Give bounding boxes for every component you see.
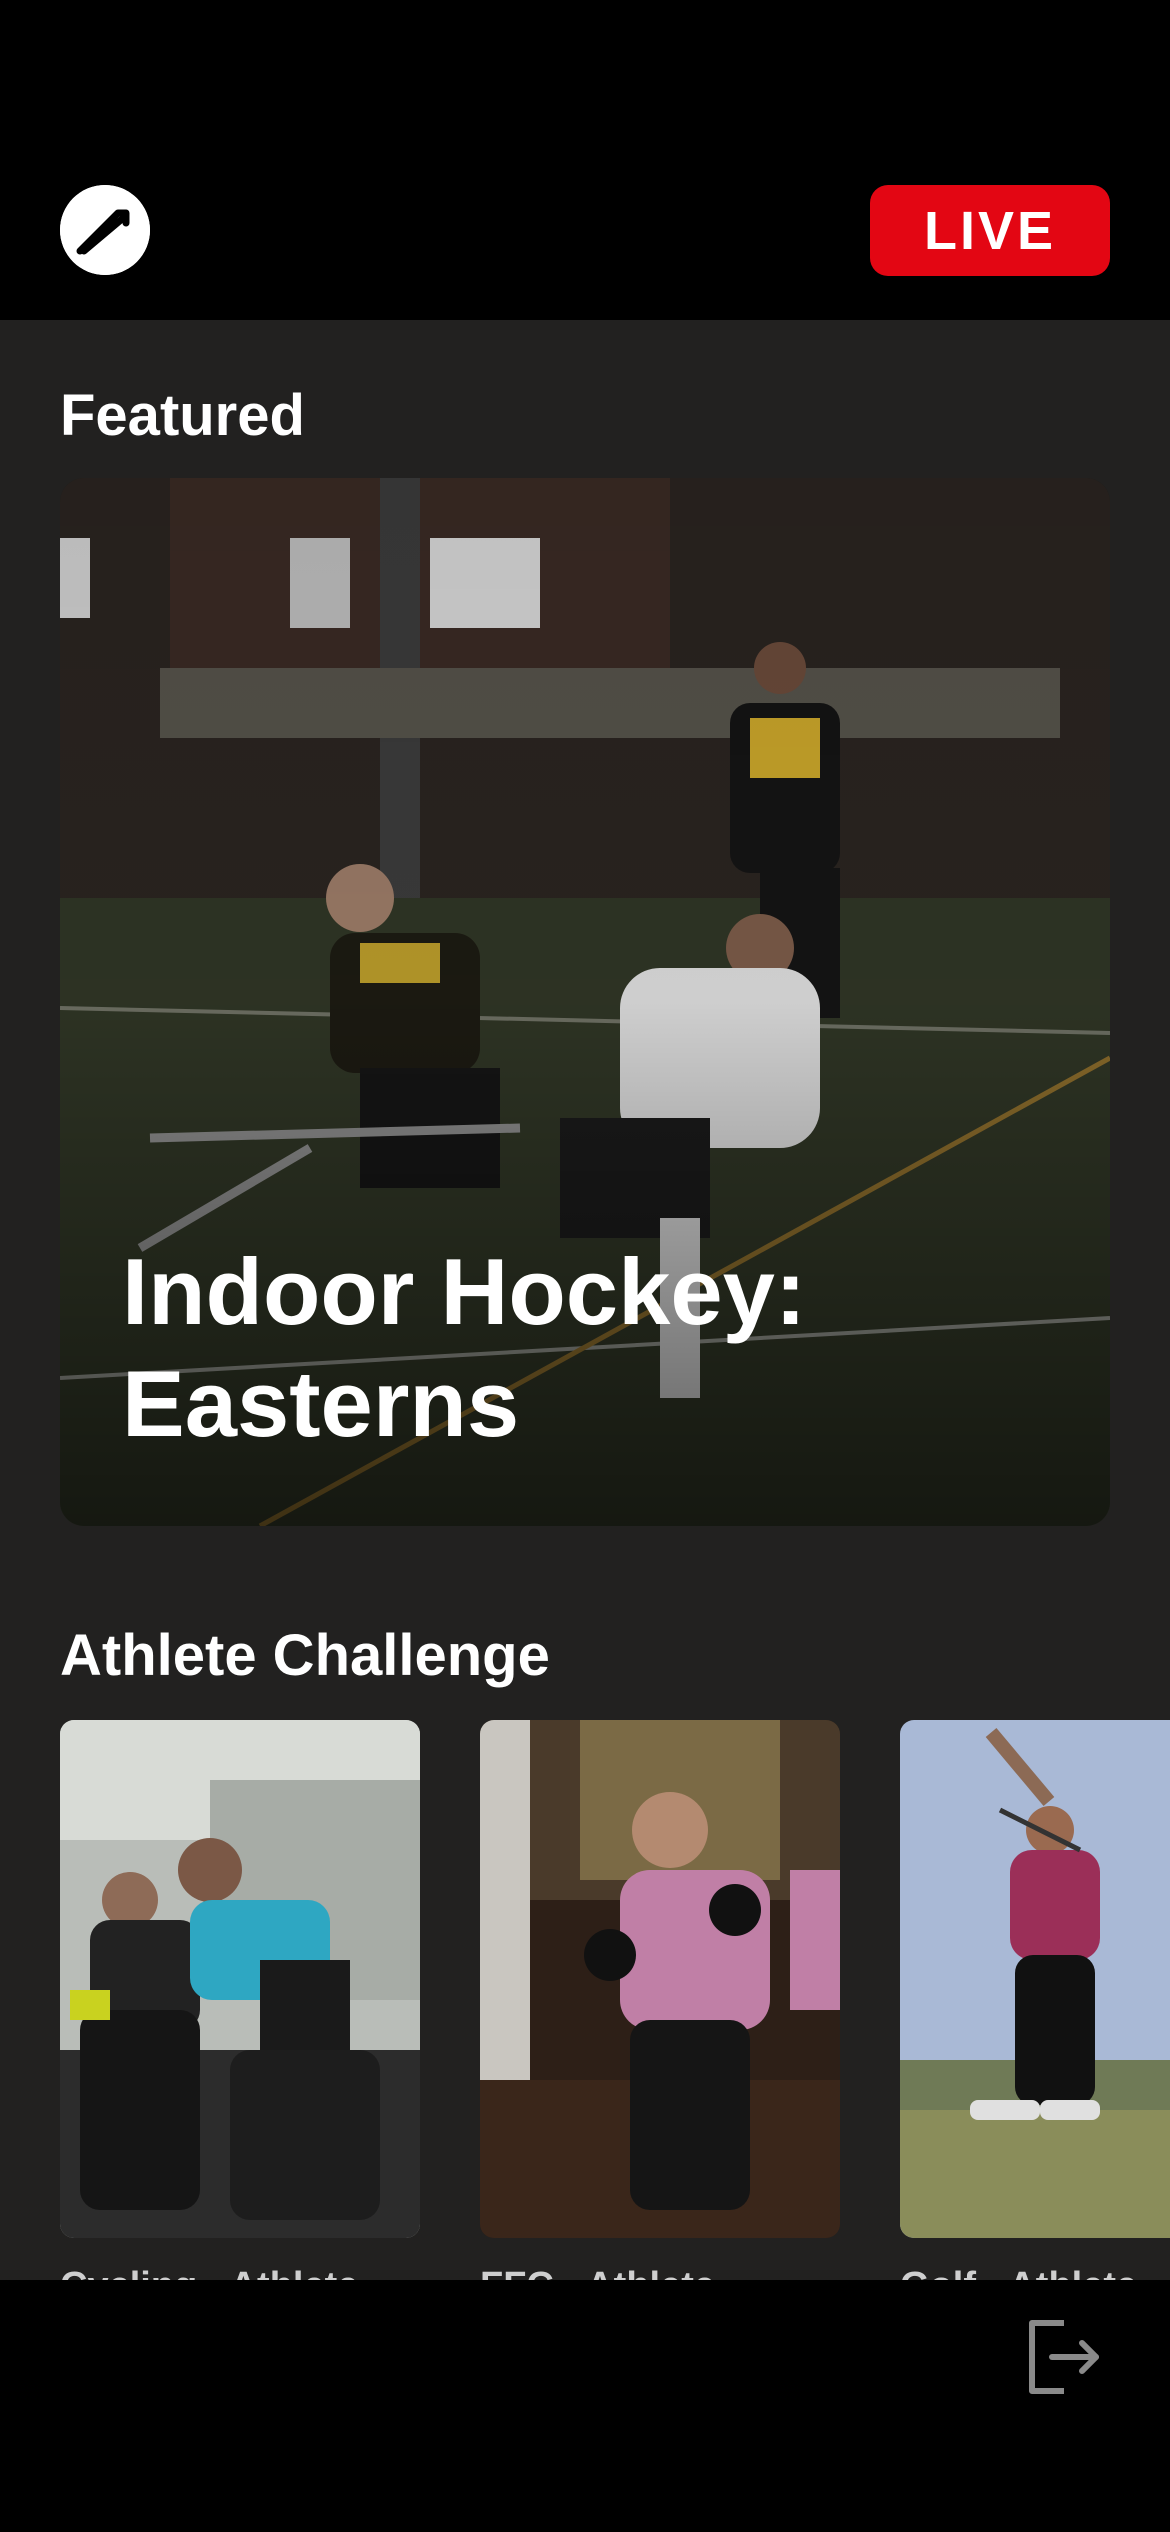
- challenge-label-cycling[interactable]: Cycling - Athlete: [60, 2265, 358, 2280]
- featured-section-title: Featured: [60, 383, 305, 448]
- featured-card[interactable]: Indoor Hockey: Easterns: [60, 478, 1110, 1526]
- golf-image: [900, 1720, 1170, 2238]
- top-bar: LIVE: [0, 0, 1170, 320]
- athlete-challenge-section-title: Athlete Challenge: [60, 1623, 550, 1688]
- cycling-image: [60, 1720, 420, 2238]
- featured-card-title-line2: Easterns: [122, 1351, 520, 1456]
- ffc-image: [480, 1720, 840, 2238]
- featured-card-title-line1: Indoor Hockey:: [122, 1239, 807, 1344]
- bottom-bar: [0, 2280, 1170, 2532]
- challenge-label-golf[interactable]: Golf - Athlete: [900, 2265, 1137, 2280]
- challenge-card-golf[interactable]: [900, 1720, 1170, 2238]
- brand-logo-icon[interactable]: [60, 185, 150, 275]
- featured-card-title: Indoor Hockey: Easterns: [122, 1236, 1022, 1460]
- logout-icon[interactable]: [1024, 2317, 1106, 2397]
- challenge-label-ffc[interactable]: FFC - Athlete: [480, 2265, 715, 2280]
- live-button[interactable]: LIVE: [870, 185, 1110, 276]
- main-content: Featured Indoor Hockey: Easterns Athlete…: [0, 320, 1170, 2280]
- challenge-card-ffc[interactable]: [480, 1720, 840, 2238]
- challenge-card-cycling[interactable]: [60, 1720, 420, 2238]
